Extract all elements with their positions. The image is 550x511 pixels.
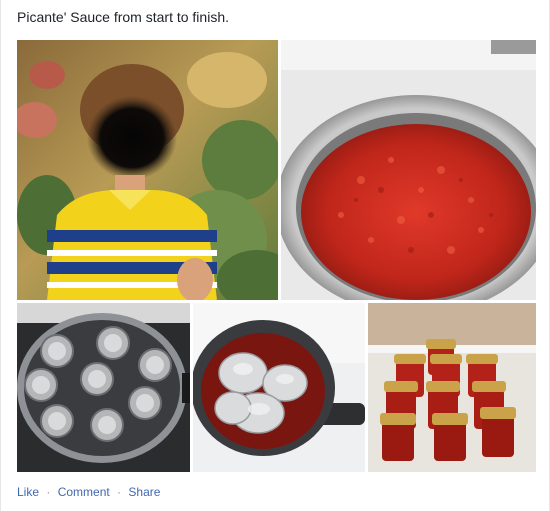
separator: · (117, 485, 122, 499)
post-actions: Like · Comment · Share (17, 485, 160, 499)
photo-sauce-pot[interactable] (281, 40, 536, 300)
share-link[interactable]: Share (128, 485, 160, 499)
like-link[interactable]: Like (17, 485, 39, 499)
comment-link[interactable]: Comment (58, 485, 110, 499)
feed-post: Picante' Sauce from start to finish. Lik… (0, 0, 550, 511)
photo-filled-jars[interactable] (368, 303, 536, 472)
photo-child-portrait[interactable] (17, 40, 278, 300)
photo-lids-in-saucepan[interactable] (193, 303, 365, 472)
photo-jars-in-canner[interactable] (17, 303, 190, 472)
separator: · (46, 485, 51, 499)
post-text: Picante' Sauce from start to finish. (17, 9, 229, 25)
